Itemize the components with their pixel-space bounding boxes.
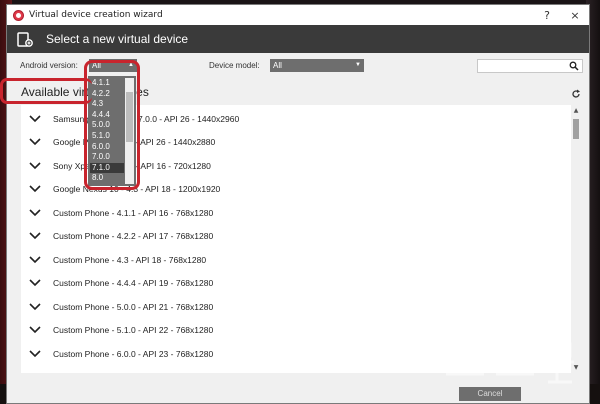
page-title: Select a new virtual device [46, 32, 189, 46]
highlight-ring-dropdown [84, 60, 140, 190]
device-row[interactable]: Custom Phone - 4.4.4 - API 19 - 768x1280 [21, 272, 569, 295]
window-title: Virtual device creation wizard [29, 10, 163, 20]
help-button[interactable]: ? [533, 9, 561, 22]
chevron-down-icon[interactable] [29, 326, 41, 334]
device-name: Custom Phone - 4.4.4 - API 19 - 768x1280 [53, 278, 214, 288]
refresh-icon[interactable] [571, 89, 581, 99]
chevron-down-icon[interactable] [29, 255, 41, 264]
device-model-select[interactable]: All ▼ [270, 59, 364, 72]
highlight-ring-section [0, 78, 92, 104]
device-name: Custom Phone - 4.2.2 - API 17 - 768x1280 [53, 231, 214, 241]
app-icon [13, 9, 24, 21]
device-model-label: Device model: [209, 61, 260, 70]
device-icon [17, 31, 33, 47]
device-name: Custom Phone - 5.0.0 - API 21 - 768x1280 [53, 301, 214, 312]
device-name: Custom Phone - 4.1.1 - API 16 - 768x1280 [53, 207, 214, 218]
close-button[interactable]: × [561, 9, 589, 22]
device-model-value: All [273, 61, 282, 70]
device-name: Custom Phone - 4.3 - API 18 - 768x1280 [53, 254, 207, 265]
chevron-down-icon[interactable] [29, 138, 41, 146]
chevron-down-icon[interactable] [29, 232, 41, 240]
chevron-down-icon[interactable] [29, 349, 41, 358]
android-version-label: Android version: [20, 61, 78, 70]
list-scrollbar[interactable]: ▲ ▼ [571, 105, 581, 373]
device-row[interactable]: Custom Phone - 4.2.2 - API 17 - 768x1280 [21, 225, 569, 248]
device-name: Samsung Galaxy S8 - 7.0.0 - API 26 - 144… [53, 113, 240, 124]
chevron-down-icon[interactable] [29, 208, 41, 217]
watermark-logo [446, 342, 574, 384]
device-name: Custom Phone - 6.0.0 - API 23 - 768x1280 [53, 348, 214, 359]
wizard-header: Select a new virtual device [7, 25, 589, 53]
chevron-down-icon[interactable] [29, 185, 41, 193]
device-row[interactable]: Custom Phone - 5.0.0 - API 21 - 768x1280 [21, 295, 569, 318]
device-row[interactable]: Custom Phone - 4.3 - API 18 - 768x1280 [21, 248, 569, 271]
device-row[interactable]: Custom Phone - 4.1.1 - API 16 - 768x1280 [21, 201, 569, 224]
chevron-down-icon[interactable] [29, 114, 41, 123]
search-icon[interactable] [569, 61, 579, 71]
device-name: Custom Phone - 5.1.0 - API 22 - 768x1280 [53, 325, 214, 335]
chevron-down-icon[interactable] [29, 302, 41, 311]
title-bar: Virtual device creation wizard ? × [7, 5, 589, 25]
chevron-down-icon[interactable] [29, 161, 41, 170]
chevron-down-icon[interactable] [29, 279, 41, 287]
scrollbar-thumb[interactable] [573, 119, 579, 139]
search-input[interactable] [477, 59, 583, 73]
chevron-down-icon: ▼ [355, 62, 361, 68]
scroll-up-icon[interactable]: ▲ [571, 107, 581, 114]
